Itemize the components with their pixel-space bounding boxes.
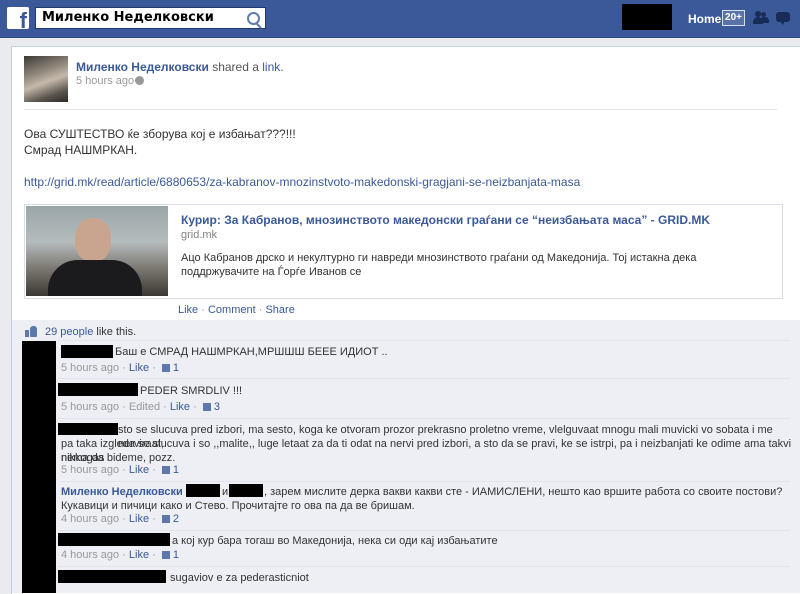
preview-description: Ацо Кабранов дрско и некултурно ги навре… xyxy=(181,252,697,278)
comment-time[interactable]: 4 hours ago xyxy=(61,549,119,561)
comment-conjunction: и xyxy=(222,486,229,498)
comment-like-count[interactable]: 3 xyxy=(214,401,220,413)
facebook-logo-letter: f xyxy=(19,8,27,33)
comment-time[interactable]: 5 hours ago xyxy=(61,464,119,476)
redacted-name xyxy=(58,383,138,396)
comment-meta: 5 hours ago · Like · 1 xyxy=(61,464,180,476)
post-text-line-2: Смрад НАШМРКАН. xyxy=(24,143,138,157)
comment-time[interactable]: 5 hours ago xyxy=(61,401,119,413)
thumbs-up-icon xyxy=(161,466,170,474)
thumbs-up-icon xyxy=(161,551,170,559)
comment-divider xyxy=(58,378,790,379)
separator: · xyxy=(258,304,263,316)
preview-thumbnail[interactable] xyxy=(26,206,168,296)
header-divider xyxy=(24,109,777,110)
comment-divider xyxy=(58,340,790,341)
redacted-profile xyxy=(622,4,672,30)
redacted-name xyxy=(61,345,113,358)
messages-icon[interactable] xyxy=(776,11,792,25)
comment-text: Баш е СМРАД НАШМРКАН,МРШШШ БЕЕЕ ИДИОТ .. xyxy=(115,346,388,358)
comment-time[interactable]: 4 hours ago xyxy=(61,513,119,525)
likes-count-link[interactable]: 29 people xyxy=(45,326,93,338)
redacted-name xyxy=(58,533,170,546)
comment-author: Миленко Неделковски xyxy=(61,485,183,499)
comment-divider xyxy=(58,566,790,567)
redacted-avatars xyxy=(22,341,56,593)
search-value: Миленко Неделковски xyxy=(42,10,214,25)
author-name[interactable]: Миленко Неделковски xyxy=(76,60,209,74)
thumbs-up-icon xyxy=(25,325,38,337)
like-link[interactable]: Like xyxy=(178,304,198,316)
story-header: Миленко Неделковски shared a link. xyxy=(76,60,284,74)
likes-summary: 29 people like this. xyxy=(45,326,136,338)
redacted-tag xyxy=(229,484,263,497)
comment-time[interactable]: 5 hours ago xyxy=(61,362,119,374)
preview-domain: grid.mk xyxy=(181,229,218,241)
comment-like-link[interactable]: Like xyxy=(129,513,149,525)
redacted-tag xyxy=(186,484,220,497)
comment-like-count[interactable]: 2 xyxy=(173,513,179,525)
comment-meta: 5 hours ago · Edited · Like · 3 xyxy=(61,401,221,413)
comment-text-line-2: Кукавици и пичици како и Стево. Прочитај… xyxy=(61,500,415,512)
search-input[interactable]: Миленко Неделковски xyxy=(35,7,266,29)
author-avatar[interactable] xyxy=(24,56,68,102)
likes-suffix: like this. xyxy=(96,326,137,338)
comment-text-line-1: , зарем мислите дерка вакви какви сте - … xyxy=(264,486,783,498)
facebook-logo-icon[interactable]: f xyxy=(7,7,29,33)
comment-text-line-3: nema da bideme, pozz. xyxy=(61,452,176,464)
comment-like-count[interactable]: 1 xyxy=(173,549,179,561)
comment-author-name[interactable]: Миленко Неделковски xyxy=(61,486,183,498)
comment-divider xyxy=(58,418,790,419)
thumbs-up-icon xyxy=(161,515,170,523)
comment-like-link[interactable]: Like xyxy=(129,362,149,374)
top-bar: f Миленко Неделковски Home 20+ xyxy=(0,0,800,38)
home-link[interactable]: Home xyxy=(688,12,721,26)
post-timestamp[interactable]: 5 hours ago xyxy=(76,75,134,87)
separator: · xyxy=(201,304,205,316)
redacted-name xyxy=(58,570,166,583)
search-icon[interactable] xyxy=(247,12,260,25)
globe-privacy-icon[interactable] xyxy=(135,76,144,85)
comment-text: sugaviov e za pederasticniot xyxy=(170,572,309,584)
redacted-name xyxy=(58,423,118,435)
comment-meta: 5 hours ago · Like · 1 xyxy=(61,362,180,374)
comment-like-link[interactable]: Like xyxy=(129,549,149,561)
link-preview[interactable]: Курир: За Кабранов, мнозинството македон… xyxy=(24,204,783,299)
thumbs-up-icon xyxy=(161,364,170,372)
comment-divider xyxy=(58,481,790,482)
friend-requests-icon[interactable] xyxy=(753,11,769,25)
comment-link[interactable]: Comment xyxy=(208,304,256,316)
comment-like-link[interactable]: Like xyxy=(129,464,149,476)
comment-text: а кој кур бара тогаш во Македонија, нека… xyxy=(172,535,498,547)
post-actions: Like · Comment · Share xyxy=(178,304,295,316)
share-link[interactable]: Share xyxy=(265,304,294,316)
thumbs-up-icon xyxy=(202,403,211,411)
comment-meta: 4 hours ago · Like · 2 xyxy=(61,513,180,525)
post-url-link[interactable]: http://grid.mk/read/article/6880653/za-k… xyxy=(24,175,580,189)
home-count-badge[interactable]: 20+ xyxy=(722,10,745,26)
comment-like-link[interactable]: Like xyxy=(170,401,190,413)
post-text-line-1: Ова СУШТЕСТВО ќе зборува кој е избањат??… xyxy=(24,127,296,141)
comment-edited[interactable]: Edited xyxy=(129,401,160,413)
shared-link-word[interactable]: link. xyxy=(262,60,283,74)
comment-divider xyxy=(58,530,790,531)
comment-like-count[interactable]: 1 xyxy=(173,464,179,476)
preview-title[interactable]: Курир: За Кабранов, мнозинството македон… xyxy=(181,213,710,227)
shared-text: shared a xyxy=(212,60,259,74)
comment-meta: 4 hours ago · Like · 1 xyxy=(61,549,180,561)
comment-text: PEDER SMRDLIV !!! xyxy=(140,385,243,397)
comment-like-count[interactable]: 1 xyxy=(173,362,179,374)
